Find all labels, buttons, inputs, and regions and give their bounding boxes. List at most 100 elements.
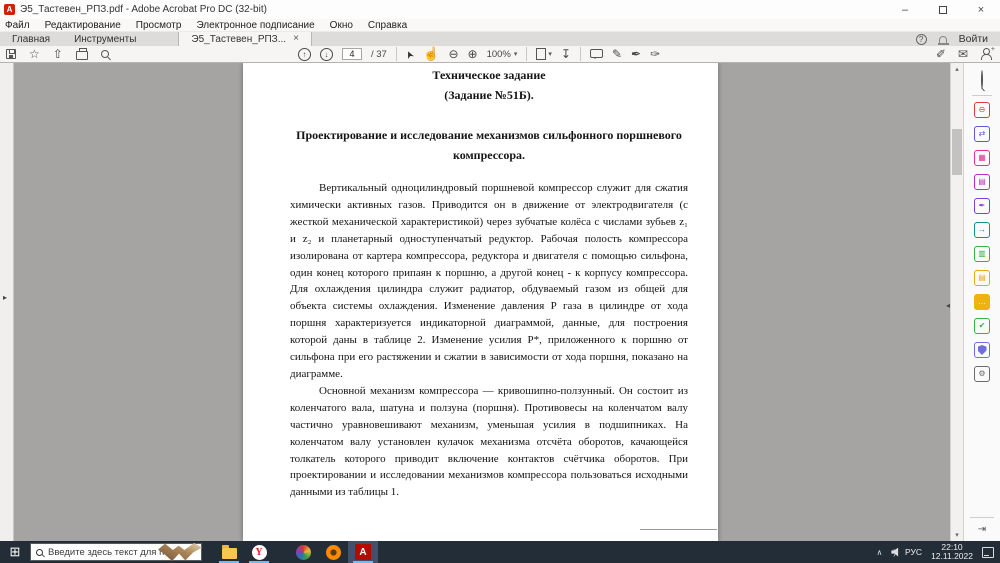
more-tools-tool[interactable]: ⚙ bbox=[974, 366, 990, 382]
menu-file[interactable]: Файл bbox=[5, 20, 30, 31]
request-signatures-icon: ▤ bbox=[978, 273, 986, 282]
toolbar-divider bbox=[395, 47, 397, 61]
share-upload-icon[interactable]: ⇧ bbox=[53, 47, 63, 61]
tab-tools[interactable]: Инструменты bbox=[62, 32, 148, 46]
acrobat-logo-icon: A bbox=[4, 4, 15, 15]
page-count-label: / 37 bbox=[371, 48, 387, 60]
export-pdf-tool[interactable]: → bbox=[974, 222, 990, 238]
title-bar: A Э5_Тастевен_РПЗ.pdf - Adobe Acrobat Pr… bbox=[0, 0, 1000, 19]
stamp-small-icon[interactable]: ✑ bbox=[650, 47, 660, 61]
taskbar-search-input[interactable] bbox=[48, 546, 178, 558]
menu-esign[interactable]: Электронное подписание bbox=[196, 20, 314, 31]
search-icon[interactable] bbox=[100, 50, 109, 58]
yandex-browser-taskbar-icon[interactable]: Y bbox=[244, 541, 274, 563]
acrobat-taskbar-icon[interactable]: A bbox=[348, 541, 378, 563]
pdf-page[interactable]: Техническое задание (Задание №51Б). Прое… bbox=[243, 63, 718, 541]
toolbar-divider bbox=[579, 47, 581, 61]
highlight-icon[interactable]: ✎ bbox=[612, 47, 622, 61]
tab-bar-right: ? Войти bbox=[915, 32, 1000, 46]
page-number-input[interactable] bbox=[342, 48, 362, 60]
pdf-page-content: Техническое задание (Задание №51Б). Прое… bbox=[243, 63, 718, 501]
chevron-down-icon: ▾ bbox=[513, 51, 518, 58]
protect-tool[interactable] bbox=[974, 342, 990, 358]
sign-pen-icon[interactable]: ✒ bbox=[631, 47, 641, 61]
fit-width-icon[interactable]: ↧ bbox=[561, 47, 571, 61]
panel-divider bbox=[970, 517, 994, 518]
action-center-icon[interactable] bbox=[982, 546, 994, 558]
organize-pages-tool[interactable]: ▦ bbox=[974, 150, 990, 166]
taskbar-apps: Y A bbox=[214, 541, 378, 563]
hand-tool-icon[interactable]: ☝ bbox=[423, 46, 439, 62]
help-icon[interactable]: ? bbox=[915, 33, 927, 45]
tab-home[interactable]: Главная bbox=[0, 32, 62, 46]
stamp-panel-tool[interactable]: ✔ bbox=[974, 318, 990, 334]
menu-edit[interactable]: Редактирование bbox=[45, 20, 121, 31]
request-signatures-tool[interactable]: ▤ bbox=[974, 270, 990, 286]
create-pdf-tool[interactable]: ⊖ bbox=[974, 102, 990, 118]
document-heading-2: (Задание №51Б). bbox=[444, 88, 534, 102]
fill-sign-tool[interactable]: ✒ bbox=[974, 198, 990, 214]
favorite-star-icon[interactable]: ☆ bbox=[29, 47, 40, 61]
next-page-icon[interactable]: ↓ bbox=[320, 47, 333, 61]
combine-files-icon: ⇄ bbox=[978, 129, 986, 138]
expand-panel-icon[interactable]: ⇥ bbox=[978, 524, 986, 535]
comment-icon[interactable] bbox=[589, 48, 603, 59]
minimize-button[interactable]: – bbox=[886, 0, 924, 19]
select-tool-icon[interactable]: ➤ bbox=[403, 48, 417, 60]
document-paragraph-1: Вертикальный одноцилиндровый поршневой к… bbox=[290, 182, 688, 380]
zoom-level-value: 100% bbox=[486, 48, 511, 60]
file-explorer-taskbar-icon[interactable] bbox=[214, 541, 244, 563]
menu-view[interactable]: Просмотр bbox=[136, 20, 182, 31]
vertical-scrollbar[interactable]: ▴ ▾ bbox=[950, 63, 963, 541]
folder-icon bbox=[221, 544, 237, 559]
tab-bar: Главная Инструменты Э5_Тастевен_РПЗ... ×… bbox=[0, 32, 1000, 46]
orange-ring-icon bbox=[325, 544, 341, 560]
tools-panel: ⊖ ⇄ ▦ ▤ ✒ → ▥ ▤ … ✔ ⚙ ⇥ bbox=[963, 63, 1000, 541]
taskbar-clock[interactable]: 22:10 12.11.2022 bbox=[931, 542, 973, 562]
game-app-taskbar-icon[interactable] bbox=[288, 541, 318, 563]
start-button[interactable]: ⊞ bbox=[0, 541, 30, 563]
window-title: Э5_Тастевен_РПЗ.pdf - Adobe Acrobat Pro … bbox=[20, 4, 267, 15]
volume-control[interactable]: ) bbox=[891, 547, 899, 557]
notifications-bell-icon[interactable] bbox=[937, 35, 949, 45]
save-icon[interactable] bbox=[6, 49, 16, 59]
scan-ocr-icon: ▥ bbox=[978, 249, 986, 258]
combine-files-tool[interactable]: ⇄ bbox=[974, 126, 990, 142]
tools-panel-bottom: ⇥ bbox=[964, 517, 1000, 535]
system-tray: ∧ ) РУС 22:10 12.11.2022 bbox=[877, 542, 1000, 562]
tab-close-icon[interactable]: × bbox=[293, 34, 299, 44]
previous-page-icon[interactable]: ↑ bbox=[298, 47, 311, 61]
scan-ocr-tool[interactable]: ▥ bbox=[974, 246, 990, 262]
tab-document[interactable]: Э5_Тастевен_РПЗ... × bbox=[178, 32, 312, 46]
chevron-down-icon: ▾ bbox=[548, 51, 552, 58]
sign-in-button[interactable]: Войти bbox=[959, 33, 988, 45]
close-button[interactable]: × bbox=[962, 0, 1000, 19]
print-icon[interactable] bbox=[75, 48, 88, 60]
share-with-others-icon[interactable]: + bbox=[980, 46, 995, 60]
hidden-icons-chevron[interactable]: ∧ bbox=[877, 548, 883, 557]
maximize-button[interactable] bbox=[924, 0, 962, 19]
scroll-up-icon[interactable]: ▴ bbox=[951, 65, 963, 73]
scrollbar-thumb[interactable] bbox=[952, 129, 962, 175]
orange-app-taskbar-icon[interactable] bbox=[318, 541, 348, 563]
zoom-out-icon[interactable]: ⊖ bbox=[448, 47, 458, 61]
sidebar-search-tool[interactable] bbox=[981, 70, 983, 89]
comment-panel-tool[interactable]: … bbox=[974, 294, 990, 310]
menu-window[interactable]: Окно bbox=[330, 20, 353, 31]
fit-page-dropdown[interactable]: ▾ bbox=[536, 48, 552, 60]
language-indicator[interactable]: РУС bbox=[905, 547, 922, 557]
email-icon[interactable]: ✉ bbox=[958, 47, 968, 61]
toolbar-center-group: ↑ ↓ / 37 ➤ ☝ ⊖ ⊕ 100% ▾ ▾ ↧ ✎ ✒ ✑ bbox=[298, 46, 660, 62]
edit-pdf-tool[interactable]: ▤ bbox=[974, 174, 990, 190]
zoom-in-icon[interactable]: ⊕ bbox=[468, 47, 478, 61]
nav-pane-expand-icon[interactable]: ▸ bbox=[3, 293, 7, 302]
scroll-down-icon[interactable]: ▾ bbox=[951, 531, 963, 539]
colored-ball-icon bbox=[295, 544, 311, 560]
zoom-level-dropdown[interactable]: 100% ▾ bbox=[487, 49, 518, 60]
share-pen-icon[interactable]: ✐ bbox=[936, 47, 946, 61]
menu-bar: Файл Редактирование Просмотр Электронное… bbox=[0, 19, 1000, 32]
document-canvas: Техническое задание (Задание №51Б). Прое… bbox=[14, 63, 950, 541]
menu-help[interactable]: Справка bbox=[368, 20, 407, 31]
plus-icon: + bbox=[990, 46, 995, 53]
export-pdf-icon: → bbox=[978, 225, 986, 234]
